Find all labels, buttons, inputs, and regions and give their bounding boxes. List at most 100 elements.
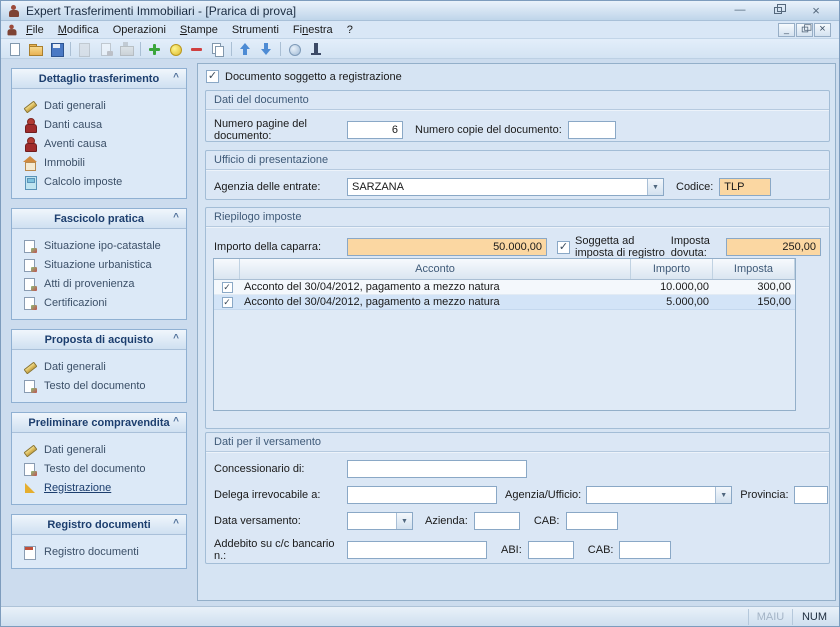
new-document-button[interactable] <box>4 40 25 58</box>
delega-field[interactable] <box>347 486 497 504</box>
row-checkbox[interactable] <box>222 297 233 308</box>
move-down-button[interactable] <box>256 40 277 58</box>
move-down-icon <box>259 42 274 56</box>
concessionario-field[interactable] <box>347 460 527 478</box>
person-icon <box>23 118 37 132</box>
row-checkbox[interactable] <box>222 282 233 293</box>
row-checkbox-cell <box>214 282 240 293</box>
header-acconto[interactable]: Acconto <box>240 259 631 279</box>
sidebar-group-title: Preliminare compravendita <box>28 417 169 429</box>
row-importo: 10.000,00 <box>631 281 713 293</box>
sidebar-group-header[interactable]: Fascicolo pratica^ <box>12 209 186 229</box>
sidebar-group: Proposta di acquisto^ Dati generali Testo … <box>11 329 187 403</box>
delete-record-button[interactable] <box>186 40 207 58</box>
chevron-up-icon[interactable]: ^ <box>173 212 179 223</box>
open-button[interactable] <box>25 40 46 58</box>
azienda-field[interactable] <box>474 512 520 530</box>
pages-label: Numero pagine del documento: <box>214 118 347 142</box>
sidebar-item-situazione-urbanistica[interactable]: Situazione urbanistica <box>23 255 186 274</box>
duplicate-record-button[interactable] <box>207 40 228 58</box>
office-section-title: Ufficio di presentazione <box>206 151 829 170</box>
chevron-up-icon[interactable]: ^ <box>173 72 179 83</box>
register-tax-checkbox[interactable] <box>557 241 570 254</box>
sidebar-item-calcolo-imposte[interactable]: Calcolo imposte <box>23 172 186 191</box>
abi-field[interactable] <box>528 541 574 559</box>
move-up-button[interactable] <box>235 40 256 58</box>
exit-button[interactable] <box>305 40 326 58</box>
menu-item-strumenti[interactable]: Strumenti <box>225 23 286 37</box>
data-versamento-combo-value <box>348 513 396 529</box>
row-acconto: Acconto del 30/04/2012, pagamento a mezz… <box>240 281 631 293</box>
sidebar-group-header[interactable]: Preliminare compravendita ^ <box>12 413 186 433</box>
tax-due-field[interactable]: 250,00 <box>726 238 821 256</box>
menu-item-finestra[interactable]: Finestra <box>286 23 340 37</box>
data-versamento-combo[interactable]: ▼ <box>347 512 413 530</box>
sidebar-item-registro-documenti[interactable]: Registro documenti <box>23 542 186 561</box>
provincia-field[interactable] <box>794 486 828 504</box>
sidebar-item-label: Registrazione <box>44 482 111 494</box>
table-row[interactable]: Acconto del 30/04/2012, pagamento a mezz… <box>214 295 795 310</box>
sidebar-group-title: Registro documenti <box>47 519 150 531</box>
sidebar-item-immobili[interactable]: Immobili <box>23 153 186 172</box>
chevron-down-icon[interactable]: ▼ <box>647 179 663 195</box>
sidebar-item-situazione-ipo-catastale[interactable]: Situazione ipo-catastale <box>23 236 186 255</box>
sidebar-item-certificazioni[interactable]: Certificazioni <box>23 293 186 312</box>
table-row[interactable]: Acconto del 30/04/2012, pagamento a mezz… <box>214 280 795 295</box>
agenzia-ufficio-combo[interactable]: ▼ <box>586 486 732 504</box>
registration-checkbox[interactable] <box>206 70 219 83</box>
header-imposta[interactable]: Imposta <box>713 259 795 279</box>
sidebar-group-header[interactable]: Registro documenti ^ <box>12 515 186 535</box>
addebito-field[interactable] <box>347 541 487 559</box>
restore-icon[interactable] <box>771 5 785 17</box>
code-field[interactable]: TLP <box>719 178 771 196</box>
sidebar-item-danti-causa[interactable]: Danti causa <box>23 115 186 134</box>
row-importo: 5.000,00 <box>631 296 713 308</box>
office-section: Ufficio di presentazione Agenzia delle e… <box>205 150 830 200</box>
menu-item-modifica[interactable]: Modifica <box>51 23 106 37</box>
code-label: Codice: <box>676 181 713 193</box>
deposit-field[interactable]: 50.000,00 <box>347 238 547 256</box>
mdi-minimize-icon[interactable]: _ <box>778 23 795 37</box>
sidebar-item-label: Dati generali <box>44 361 106 373</box>
menu-item-operazioni[interactable]: Operazioni <box>106 23 173 37</box>
menu-item-file[interactable]: File <box>19 23 51 37</box>
chevron-up-icon[interactable]: ^ <box>173 416 179 427</box>
mdi-close-icon[interactable]: × <box>814 23 831 37</box>
provincia-label: Provincia: <box>740 489 788 501</box>
chevron-up-icon[interactable]: ^ <box>173 333 179 344</box>
help-button[interactable] <box>284 40 305 58</box>
main-panel: Documento soggetto a registrazione Dati … <box>197 63 836 601</box>
minimize-icon[interactable]: — <box>733 5 747 17</box>
cab2-field[interactable] <box>619 541 671 559</box>
chevron-down-icon[interactable]: ▼ <box>715 487 731 503</box>
chevron-up-icon[interactable]: ^ <box>173 518 179 529</box>
sidebar-item-dati-generali[interactable]: Dati generali <box>23 357 186 376</box>
copies-field[interactable] <box>568 121 616 139</box>
sidebar-item-registrazione[interactable]: Registrazione <box>23 478 186 497</box>
edit-record-button[interactable] <box>165 40 186 58</box>
sidebar-item-dati-generali[interactable]: Dati generali <box>23 440 186 459</box>
cab1-field[interactable] <box>566 512 618 530</box>
sidebar-item-testo-del-documento[interactable]: Testo del documento <box>23 376 186 395</box>
sidebar-group-header[interactable]: Proposta di acquisto^ <box>12 330 186 350</box>
pages-field[interactable]: 6 <box>347 121 403 139</box>
sidebar-group-title: Dettaglio trasferimento <box>39 73 159 85</box>
num-lock-indicator: NUM <box>792 609 836 625</box>
close-icon[interactable]: × <box>809 5 823 17</box>
toolbar-separator <box>140 42 141 56</box>
header-importo[interactable]: Importo <box>631 259 713 279</box>
agency-combo[interactable]: SARZANA ▼ <box>347 178 664 196</box>
sidebar-item-label: Registro documenti <box>44 546 139 558</box>
sidebar-item-aventi-causa[interactable]: Aventi causa <box>23 134 186 153</box>
import-document-button <box>116 40 137 58</box>
save-button[interactable] <box>46 40 67 58</box>
sidebar-group-header[interactable]: Dettaglio trasferimento ^ <box>12 69 186 89</box>
sidebar-item-atti-di-provenienza[interactable]: Atti di provenienza <box>23 274 186 293</box>
add-record-button[interactable] <box>144 40 165 58</box>
sidebar-item-dati-generali[interactable]: Dati generali <box>23 96 186 115</box>
sidebar-item-testo-del-documento[interactable]: Testo del documento <box>23 459 186 478</box>
menu-item-stampe[interactable]: Stampe <box>173 23 225 37</box>
mdi-restore-icon[interactable] <box>796 23 813 37</box>
menu-item-?[interactable]: ? <box>340 23 360 37</box>
chevron-down-icon[interactable]: ▼ <box>396 513 412 529</box>
